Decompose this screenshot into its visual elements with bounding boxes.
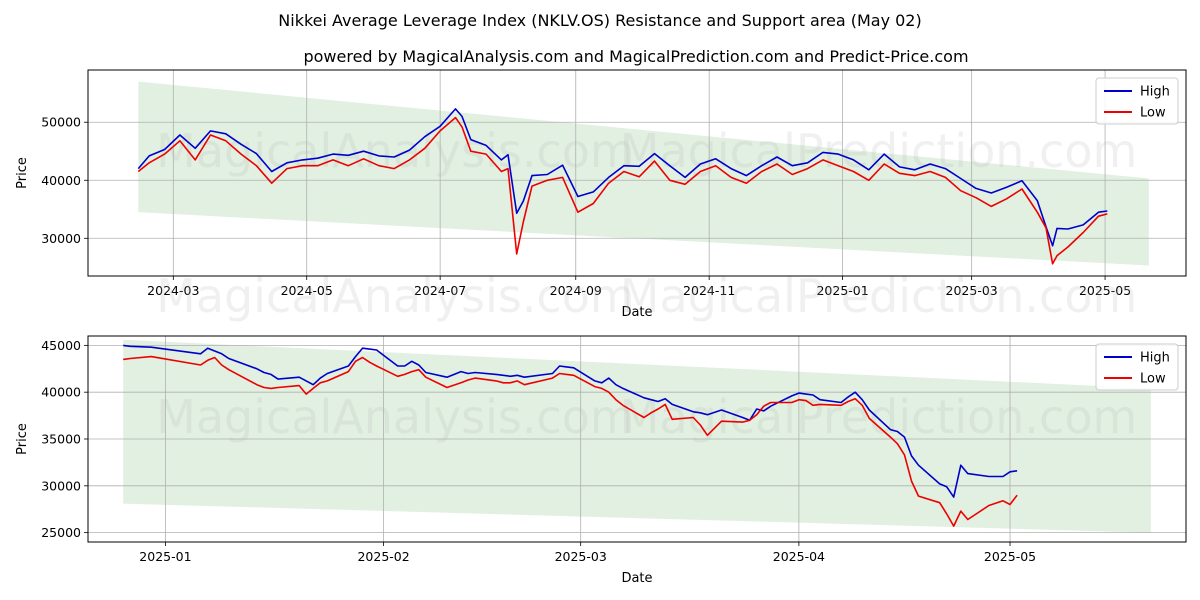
x-tick-label: 2025-03 bbox=[555, 549, 607, 564]
y-tick-label: 25000 bbox=[41, 525, 81, 540]
x-tick-label: 2025-04 bbox=[773, 549, 825, 564]
x-axis-label: Date bbox=[621, 571, 652, 586]
y-tick-label: 35000 bbox=[41, 432, 81, 447]
y-tick-label: 45000 bbox=[41, 338, 81, 353]
legend-entry-low: Low bbox=[1140, 372, 1166, 387]
top-chart-panel: MagicalAnalysis.comMagicalPrediction.com… bbox=[15, 69, 1187, 323]
y-tick-label: 30000 bbox=[41, 478, 81, 493]
legend-entry-high: High bbox=[1140, 351, 1170, 366]
legend: High Low bbox=[1095, 77, 1179, 125]
x-tick-label: 2025-05 bbox=[984, 549, 1036, 564]
figure: Nikkei Average Leverage Index (NKLV.OS) … bbox=[15, 11, 1187, 586]
watermark: MagicalAnalysis.com bbox=[156, 124, 635, 178]
legend: High Low bbox=[1095, 343, 1179, 391]
watermark: MagicalPrediction.com bbox=[620, 269, 1138, 323]
watermark: MagicalPrediction.com bbox=[620, 390, 1138, 444]
y-tick-label: 40000 bbox=[41, 173, 81, 188]
bottom-chart-panel: MagicalAnalysis.comMagicalPrediction.com… bbox=[15, 335, 1187, 586]
chart-subtitle: powered by MagicalAnalysis.com and Magic… bbox=[303, 47, 968, 66]
legend-entry-low: Low bbox=[1140, 106, 1166, 121]
y-tick-label: 30000 bbox=[41, 231, 81, 246]
x-tick-label: 2025-01 bbox=[139, 549, 191, 564]
legend-entry-high: High bbox=[1140, 85, 1170, 100]
chart-title: Nikkei Average Leverage Index (NKLV.OS) … bbox=[278, 11, 921, 30]
y-axis-label: Price bbox=[15, 423, 30, 455]
watermark: MagicalAnalysis.com bbox=[156, 269, 635, 323]
y-axis-label: Price bbox=[15, 157, 30, 189]
y-tick-label: 50000 bbox=[41, 115, 81, 130]
y-tick-label: 40000 bbox=[41, 385, 81, 400]
x-tick-label: 2025-02 bbox=[357, 549, 409, 564]
watermark: MagicalAnalysis.com bbox=[156, 390, 635, 444]
